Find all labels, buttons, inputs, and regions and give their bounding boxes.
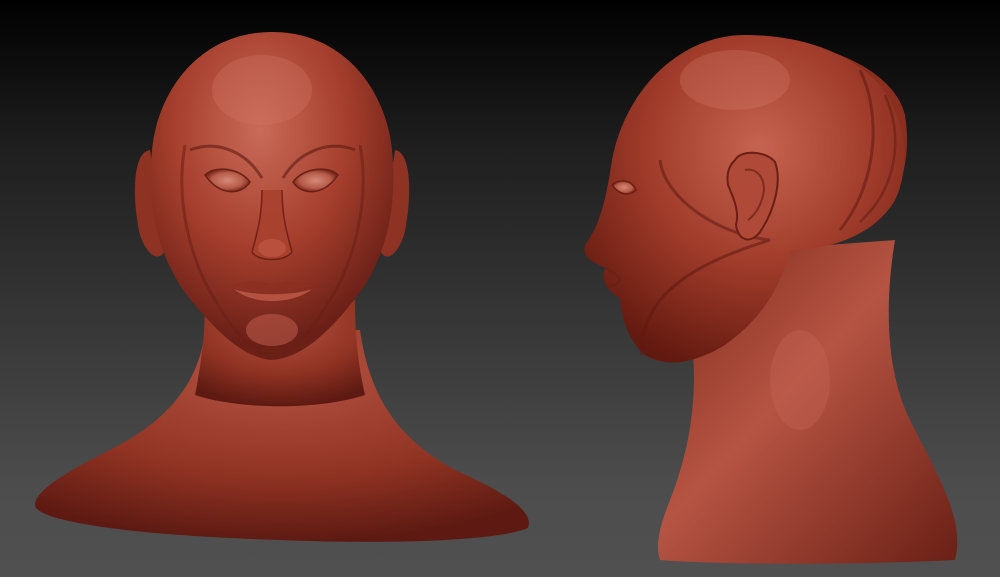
front-forehead-highlight (212, 55, 312, 125)
front-chin (246, 314, 298, 346)
side-view-bust (584, 35, 958, 564)
front-view-bust (35, 32, 529, 542)
front-nose-tip (258, 239, 286, 257)
render-viewport (0, 0, 1000, 577)
sculpt-render (35, 32, 958, 564)
side-cranium-highlight (680, 50, 790, 110)
side-neck-highlight (770, 330, 830, 430)
